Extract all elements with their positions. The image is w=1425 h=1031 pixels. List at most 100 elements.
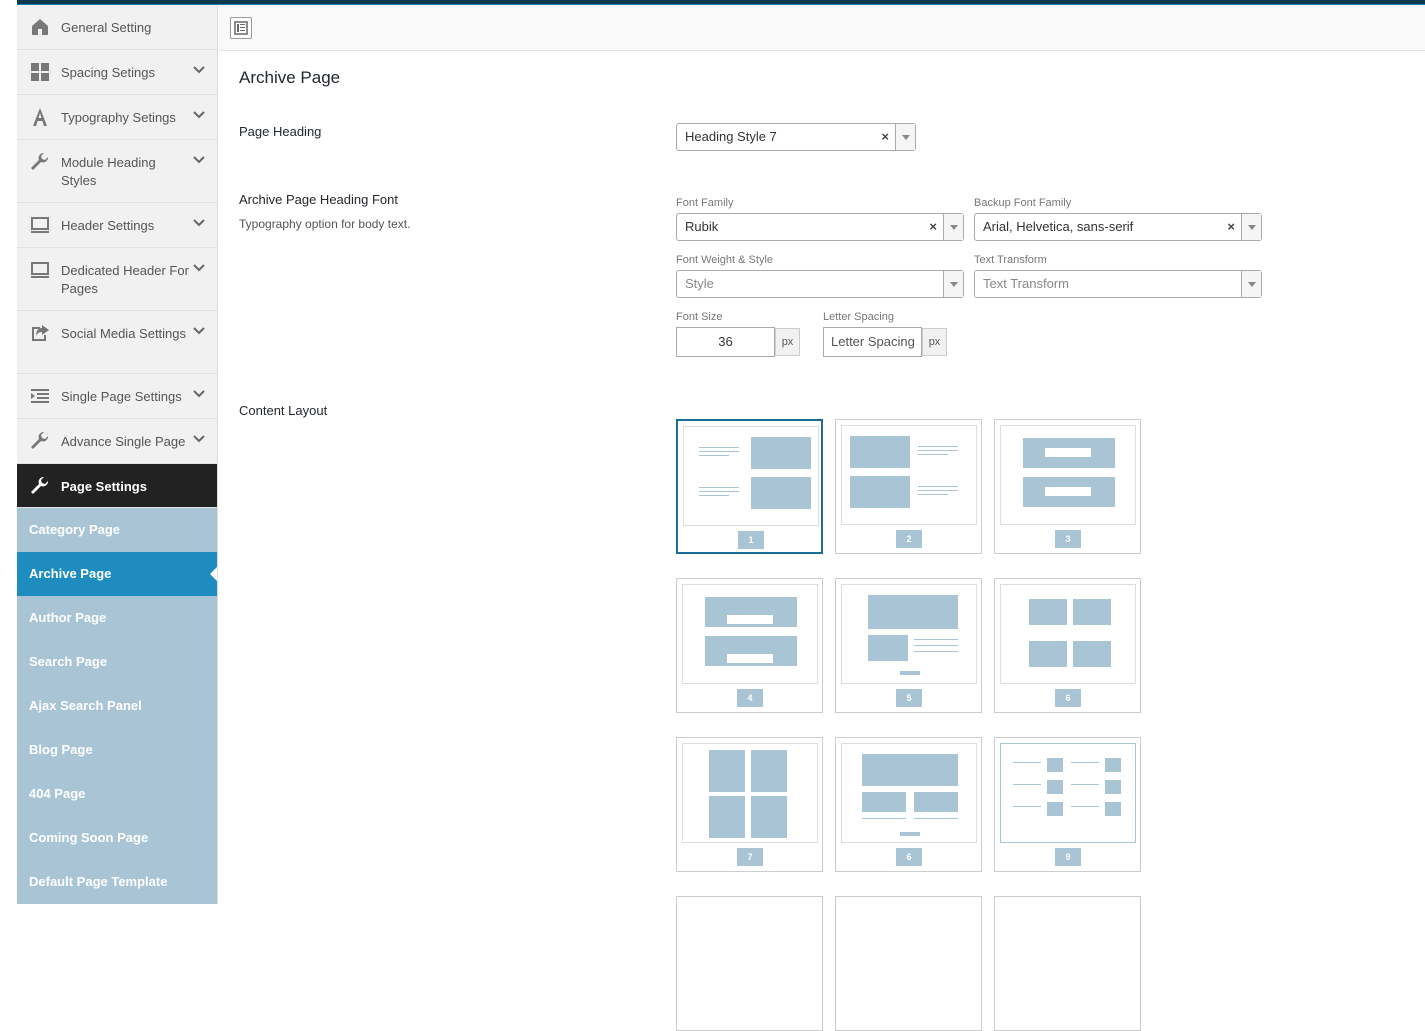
layout-option[interactable]: 4: [676, 578, 823, 713]
layout-number: 7: [737, 848, 763, 866]
subitem-404-page[interactable]: 404 Page: [17, 772, 217, 816]
chevron-down-icon[interactable]: [193, 325, 205, 337]
page-heading-select[interactable]: Heading Style 7 ×: [676, 123, 916, 151]
sidebar-item-page-settings[interactable]: Page Settings: [17, 464, 217, 508]
subitem-coming-soon-page[interactable]: Coming Soon Page: [17, 816, 217, 860]
sidebar-item-label: Typography Setings: [61, 110, 176, 125]
clear-icon[interactable]: ×: [929, 214, 937, 240]
page-heading-value: Heading Style 7: [685, 129, 777, 144]
font-family-select[interactable]: Rubik ×: [676, 213, 964, 241]
heading-font-description: Typography option for body text.: [239, 217, 411, 231]
sidebar-item-module-heading-styles[interactable]: Module Heading Styles: [17, 140, 217, 203]
layout-number: 5: [896, 689, 922, 707]
sidebar-item-label: Social Media Settings: [61, 326, 187, 341]
text-transform-label: Text Transform: [974, 254, 1047, 266]
layout-number: 6: [896, 848, 922, 866]
sidebar-item-label: Page Settings: [61, 479, 147, 494]
settings-main: Archive Page Page Heading Heading Style …: [219, 51, 1425, 1031]
layout-number: 9: [1055, 848, 1081, 866]
list-icon: [31, 389, 49, 403]
layout-number: 1: [738, 531, 764, 549]
font-size-unit: px: [775, 328, 800, 356]
sidebar-item-label: Dedicated Header For Pages: [61, 263, 189, 296]
subitem-ajax-search-panel[interactable]: Ajax Search Panel: [17, 684, 217, 728]
font-size-label: Font Size: [676, 311, 723, 323]
page-heading-label: Page Heading: [239, 124, 322, 139]
dropdown-arrow-icon[interactable]: [1241, 214, 1261, 240]
chevron-down-icon[interactable]: [193, 109, 205, 121]
subitem-search-page[interactable]: Search Page: [17, 640, 217, 684]
chevron-down-icon[interactable]: [193, 217, 205, 229]
sidebar-item-social-media-settings[interactable]: Social Media Settings: [17, 311, 217, 374]
subitem-author-page[interactable]: Author Page: [17, 596, 217, 640]
sidebar-item-typography-setings[interactable]: Typography Setings: [17, 95, 217, 140]
wrench-icon: [31, 431, 49, 449]
sidebar-item-label: General Setting: [61, 20, 152, 35]
clear-icon[interactable]: ×: [1227, 214, 1235, 240]
wrench-icon: [31, 476, 49, 494]
font-weight-select[interactable]: Style: [676, 270, 964, 298]
chevron-down-icon[interactable]: [193, 154, 205, 166]
layout-number: 2: [896, 530, 922, 548]
layout-option[interactable]: [676, 896, 823, 1031]
dropdown-arrow-icon[interactable]: [943, 271, 963, 297]
subitem-category-page[interactable]: Category Page: [17, 508, 217, 552]
font-weight-placeholder: Style: [685, 276, 714, 291]
heading-font-label: Archive Page Heading Font: [239, 192, 398, 207]
subitem-default-page-template[interactable]: Default Page Template: [17, 860, 217, 904]
chevron-down-icon[interactable]: [193, 433, 205, 445]
page-title: Archive Page: [239, 68, 341, 87]
sidebar-item-header-settings[interactable]: Header Settings: [17, 203, 217, 248]
panel-icon: [234, 21, 248, 35]
layout-option[interactable]: 5: [835, 578, 982, 713]
text-transform-select[interactable]: Text Transform: [974, 270, 1262, 298]
chevron-down-icon[interactable]: [193, 64, 205, 76]
subitem-blog-page[interactable]: Blog Page: [17, 728, 217, 772]
layout-option[interactable]: 1: [676, 419, 823, 554]
layout-option[interactable]: 3: [994, 419, 1141, 554]
layout-option[interactable]: [835, 896, 982, 1031]
chevron-down-icon[interactable]: [193, 388, 205, 400]
layout-number: 4: [737, 689, 763, 707]
share-icon: [32, 325, 49, 341]
sidebar-item-label: Spacing Setings: [61, 65, 155, 80]
sidebar-item-label: Advance Single Page: [61, 434, 186, 449]
layout-option[interactable]: [994, 896, 1141, 1031]
sidebar-item-label: Single Page Settings: [61, 389, 182, 404]
sidebar-item-single-page-settings[interactable]: Single Page Settings: [17, 374, 217, 419]
wrench-icon: [31, 152, 49, 170]
letter-spacing-input[interactable]: Letter Spacing: [823, 327, 922, 357]
sidebar-item-advance-single-page[interactable]: Advance Single Page: [17, 419, 217, 464]
font-family-value: Rubik: [685, 219, 719, 234]
layout-option[interactable]: 7: [676, 737, 823, 872]
dropdown-arrow-icon[interactable]: [1241, 271, 1261, 297]
letter-spacing-unit: px: [922, 328, 947, 356]
layout-option[interactable]: 9: [994, 737, 1141, 872]
backup-font-family-select[interactable]: Arial, Helvetica, sans-serif ×: [974, 213, 1262, 241]
layout-option[interactable]: 2: [835, 419, 982, 554]
backup-font-family-value: Arial, Helvetica, sans-serif: [983, 219, 1134, 234]
letter-spacing-label: Letter Spacing: [823, 311, 894, 323]
font-family-label: Font Family: [676, 197, 734, 209]
dropdown-arrow-icon[interactable]: [943, 214, 963, 240]
sidebar-item-dedicated-header[interactable]: Dedicated Header For Pages: [17, 248, 217, 311]
typography-icon: [33, 108, 47, 126]
layout-option[interactable]: 6: [835, 737, 982, 872]
settings-sidebar: General Setting Spacing Setings Typograp…: [17, 5, 218, 904]
sidebar-item-spacing-setings[interactable]: Spacing Setings: [17, 50, 217, 95]
font-size-input[interactable]: 36: [676, 327, 775, 357]
font-weight-label: Font Weight & Style: [676, 254, 774, 266]
layout-option[interactable]: 6: [994, 578, 1141, 713]
dropdown-arrow-icon[interactable]: [895, 124, 915, 150]
clear-icon[interactable]: ×: [881, 124, 889, 150]
monitor-icon: [31, 217, 49, 233]
layout-number: 6: [1055, 689, 1081, 707]
chevron-down-icon[interactable]: [193, 262, 205, 274]
sidebar-item-label: Header Settings: [61, 218, 155, 233]
toggle-sidebar-button[interactable]: [230, 17, 252, 39]
home-icon: [32, 19, 48, 35]
grid-icon: [31, 63, 49, 81]
sidebar-item-general-setting[interactable]: General Setting: [17, 5, 217, 50]
monitor-icon: [31, 262, 49, 278]
subitem-archive-page[interactable]: Archive Page: [17, 552, 217, 596]
